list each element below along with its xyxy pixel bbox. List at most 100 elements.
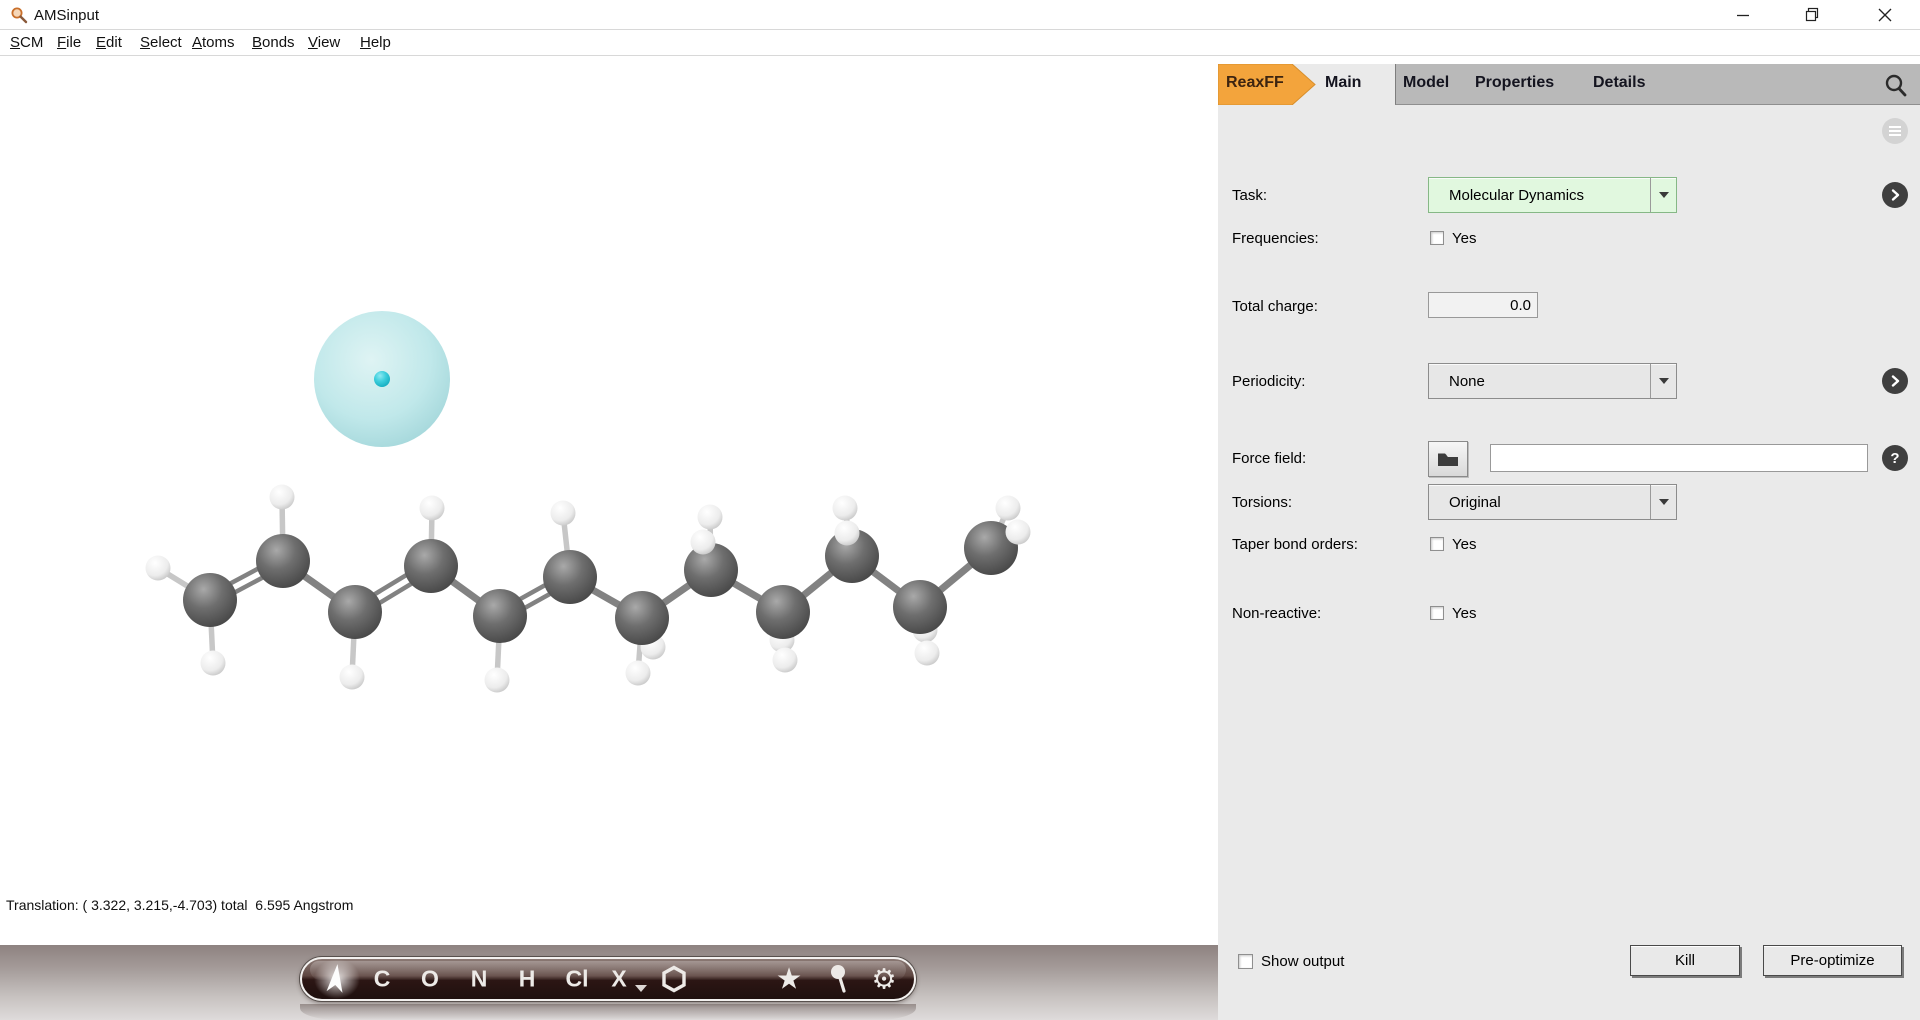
non-reactive-checkbox[interactable]	[1430, 606, 1444, 620]
force-field-help-button[interactable]: ?	[1882, 445, 1908, 471]
menu-scm[interactable]: SCM	[10, 34, 43, 51]
frequencies-option[interactable]: Yes	[1452, 230, 1476, 247]
task-dropdown[interactable]: Molecular Dynamics	[1428, 177, 1677, 213]
atom-C[interactable]	[256, 534, 310, 588]
periodicity-dropdown[interactable]: None	[1428, 363, 1677, 399]
element-dropdown-arrow-icon[interactable]	[635, 985, 647, 992]
panel-menu-icon[interactable]	[1882, 118, 1908, 144]
close-icon	[1878, 8, 1892, 22]
menu-edit[interactable]: Edit	[96, 34, 122, 51]
total-charge-input[interactable]	[1428, 292, 1538, 318]
atom-C[interactable]	[328, 585, 382, 639]
atom-C[interactable]	[756, 585, 810, 639]
atom-H[interactable]	[420, 496, 445, 521]
frequencies-checkbox[interactable]	[1430, 231, 1444, 245]
atom-H[interactable]	[1006, 520, 1031, 545]
atom-H[interactable]	[551, 501, 576, 526]
tab-properties[interactable]: Properties	[1475, 74, 1554, 92]
show-output-label[interactable]: Show output	[1261, 953, 1344, 970]
non-reactive-option[interactable]: Yes	[1452, 605, 1476, 622]
atom-H[interactable]	[835, 521, 860, 546]
atom-H[interactable]	[698, 505, 723, 530]
toolbar-gloss	[310, 961, 906, 980]
panel-tab-strip: ReaxFF Main Model Properties Details	[1218, 64, 1920, 105]
periodicity-dropdown-arrow-icon[interactable]	[1650, 364, 1676, 398]
element-button-N[interactable]: N	[471, 966, 488, 993]
molecule-viewport[interactable]: Translation: ( 3.322, 3.215,-4.703) tota…	[0, 56, 1218, 945]
ring-tool-icon[interactable]	[660, 965, 688, 993]
atom-H[interactable]	[691, 530, 716, 555]
search-icon[interactable]	[1882, 72, 1910, 98]
atom-H[interactable]	[270, 485, 295, 510]
panel-top-gap	[1218, 56, 1920, 64]
menu-bar: SCM File Edit Select Atoms Bonds View He…	[0, 30, 1920, 56]
atom-C[interactable]	[543, 550, 597, 604]
atom-C[interactable]	[404, 539, 458, 593]
torsions-value: Original	[1429, 494, 1650, 511]
menu-view[interactable]: View	[308, 34, 340, 51]
atom-H[interactable]	[833, 496, 858, 521]
probe-atom[interactable]	[374, 371, 390, 387]
menu-bonds[interactable]: Bonds	[252, 34, 295, 51]
torsions-label: Torsions:	[1232, 494, 1292, 511]
balloon-icon[interactable]	[828, 964, 850, 994]
chevron-right-icon	[1888, 374, 1902, 388]
folder-icon	[1437, 451, 1459, 468]
element-button-X[interactable]: X	[611, 966, 626, 993]
element-button-C[interactable]: C	[374, 966, 391, 993]
atom-H[interactable]	[996, 496, 1021, 521]
element-button-O[interactable]: O	[421, 966, 439, 993]
toolbar-reflection	[300, 1004, 916, 1020]
translation-status: Translation: ( 3.322, 3.215,-4.703) tota…	[6, 897, 353, 913]
inactive-tab-area	[1395, 64, 1920, 105]
tab-details[interactable]: Details	[1593, 74, 1645, 92]
star-icon[interactable]: ★	[777, 964, 800, 995]
window-title: AMSinput	[34, 7, 99, 24]
frequencies-label: Frequencies:	[1232, 230, 1319, 247]
atom-H[interactable]	[146, 556, 171, 581]
taper-bond-orders-label: Taper bond orders:	[1232, 536, 1358, 553]
tab-reaxff-label[interactable]: ReaxFF	[1226, 74, 1284, 92]
reaxff-panel: ReaxFF Main Model Properties Details Tas…	[1218, 56, 1920, 1020]
pre-optimize-button[interactable]: Pre-optimize	[1763, 945, 1902, 976]
show-output-checkbox[interactable]	[1238, 954, 1253, 969]
taper-bond-orders-checkbox[interactable]	[1430, 537, 1444, 551]
menu-file[interactable]: File	[57, 34, 81, 51]
task-dropdown-arrow-icon[interactable]	[1650, 178, 1676, 212]
element-button-H[interactable]: H	[519, 966, 536, 993]
menu-select[interactable]: Select	[140, 34, 182, 51]
close-button[interactable]	[1862, 0, 1908, 29]
atom-H[interactable]	[201, 651, 226, 676]
total-charge-label: Total charge:	[1232, 298, 1318, 315]
atom-C[interactable]	[183, 573, 237, 627]
force-field-input[interactable]	[1490, 444, 1868, 472]
task-details-chevron-button[interactable]	[1882, 182, 1908, 208]
torsions-dropdown-arrow-icon[interactable]	[1650, 485, 1676, 519]
tab-model[interactable]: Model	[1403, 74, 1449, 92]
minimize-button[interactable]	[1720, 0, 1766, 29]
element-button-Cl[interactable]: Cl	[566, 966, 589, 993]
periodicity-value: None	[1429, 373, 1650, 390]
atom-H[interactable]	[773, 648, 798, 673]
atom-C[interactable]	[473, 589, 527, 643]
menu-atoms[interactable]: Atoms	[192, 34, 235, 51]
periodicity-details-chevron-button[interactable]	[1882, 368, 1908, 394]
kill-button[interactable]: Kill	[1630, 945, 1740, 976]
question-mark-icon: ?	[1890, 450, 1899, 467]
atom-H[interactable]	[340, 665, 365, 690]
atom-C[interactable]	[893, 580, 947, 634]
atom-C[interactable]	[615, 591, 669, 645]
atom-H[interactable]	[626, 661, 651, 686]
torsions-dropdown[interactable]: Original	[1428, 484, 1677, 520]
menu-help[interactable]: Help	[360, 34, 391, 51]
restore-button[interactable]	[1789, 0, 1835, 29]
periodicity-label: Periodicity:	[1232, 373, 1305, 390]
pointer-tool-icon[interactable]	[325, 963, 349, 995]
atom-H[interactable]	[915, 641, 940, 666]
atom-H[interactable]	[485, 668, 510, 693]
gear-icon[interactable]: ⚙	[871, 963, 896, 996]
minimize-icon	[1736, 8, 1750, 22]
taper-bond-orders-option[interactable]: Yes	[1452, 536, 1476, 553]
force-field-browse-button[interactable]	[1428, 441, 1468, 477]
tab-main[interactable]: Main	[1325, 74, 1361, 92]
